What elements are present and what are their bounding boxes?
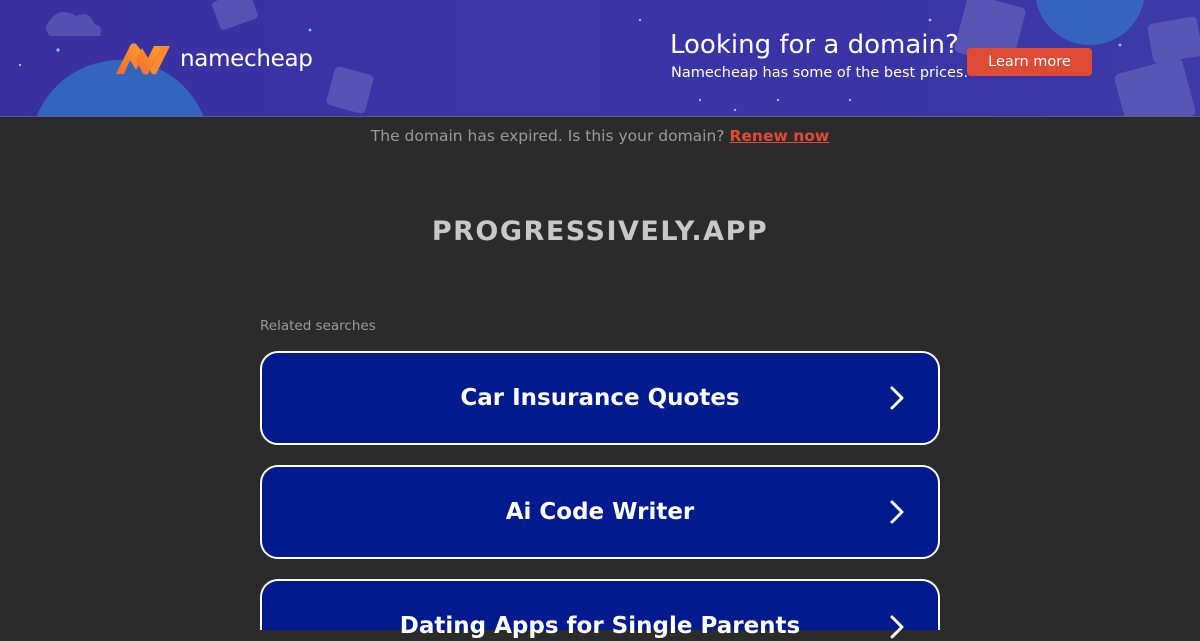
chevron-right-icon <box>890 615 904 639</box>
learn-more-button[interactable]: Learn more <box>967 48 1092 76</box>
promo-banner: namecheap Looking for a domain? Namechea… <box>0 0 1200 117</box>
related-searches-label: Related searches <box>260 318 376 334</box>
brand-name: namecheap <box>180 46 313 72</box>
related-search-label: Dating Apps for Single Parents <box>399 613 801 639</box>
related-search-label: Car Insurance Quotes <box>460 385 740 411</box>
promo-subtitle: Namecheap has some of the best prices. <box>671 65 969 81</box>
expired-notice-text: The domain has expired. Is this your dom… <box>370 127 725 145</box>
namecheap-logo[interactable]: namecheap <box>114 41 313 77</box>
expired-notice: The domain has expired. Is this your dom… <box>0 127 1200 145</box>
namecheap-logo-icon <box>116 43 170 75</box>
related-search-item[interactable]: Car Insurance Quotes <box>260 351 940 445</box>
renew-now-link[interactable]: Renew now <box>729 127 829 145</box>
chevron-right-icon <box>890 500 904 524</box>
chevron-right-icon <box>890 386 904 410</box>
domain-name: PROGRESSIVELY.APP <box>431 216 769 247</box>
promo-title: Looking for a domain? <box>670 30 959 60</box>
related-search-label: Ai Code Writer <box>505 499 695 525</box>
related-search-item[interactable]: Ai Code Writer <box>260 465 940 559</box>
related-search-item[interactable]: Dating Apps for Single Parents <box>260 579 940 639</box>
